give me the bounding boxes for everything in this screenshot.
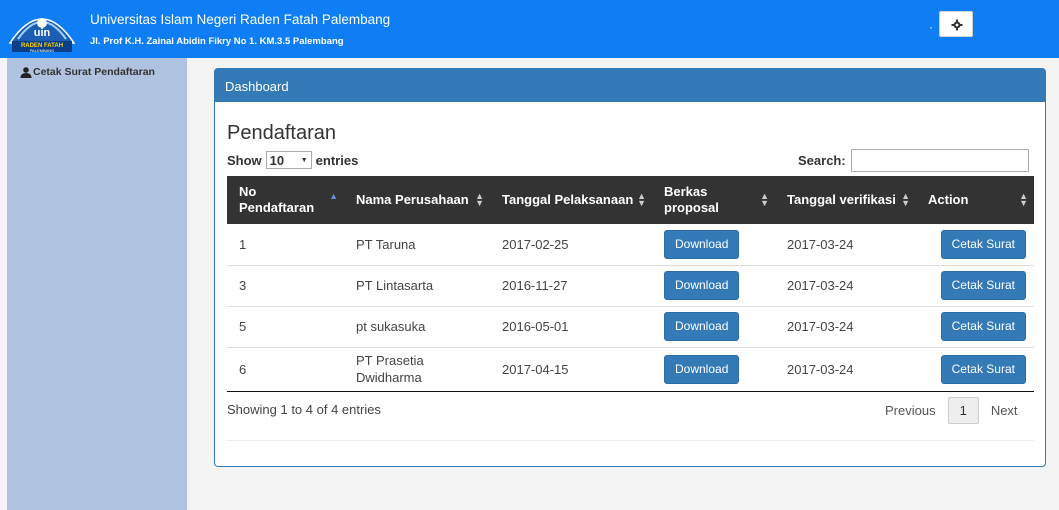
caret-down-icon: ▼	[300, 156, 308, 164]
cell-no: 5	[227, 306, 344, 348]
search-label: Search:	[798, 153, 846, 168]
cell-verifikasi: 2017-03-24	[775, 306, 916, 348]
cell-verifikasi: 2017-03-24	[775, 224, 916, 266]
divider	[227, 440, 1034, 441]
sidebar: Cetak Surat Pendaftaran	[7, 58, 187, 510]
page-button-1[interactable]: 1	[947, 397, 979, 424]
table-header-row: No Pendaftaran ▲ Nama Perusahaan ▲ ▼ Tangga…	[227, 176, 1034, 224]
cell-tanggal: 2017-04-15	[490, 347, 652, 392]
cell-verifikasi: 2017-03-24	[775, 265, 916, 307]
column-header-verifikasi[interactable]: Tanggal verifikasi ▲ ▼	[775, 176, 916, 224]
sort-asc-icon: ▲	[329, 191, 338, 201]
column-header-action[interactable]: Action ▲ ▼	[916, 176, 1034, 224]
logo-subtext2: PALEMBANG	[30, 48, 55, 53]
settings-button[interactable]	[939, 11, 973, 37]
column-header-berkas[interactable]: Berkas proposal ▲ ▼	[652, 176, 775, 224]
download-button[interactable]: Download	[664, 354, 740, 384]
table-row: 6 PT Prasetia Dwidharma 2017-04-15 Downl…	[227, 347, 1034, 392]
header-dot: ·	[929, 20, 933, 34]
download-button[interactable]: Download	[664, 312, 740, 341]
cell-nama: pt sukasuka	[344, 306, 490, 348]
column-header-tanggal[interactable]: Tanggal Pelaksanaan ▲ ▼	[490, 176, 652, 224]
cetak-surat-button[interactable]: Cetak Surat	[940, 271, 1026, 300]
logo-text: uin	[34, 27, 51, 39]
cell-no: 3	[227, 265, 344, 307]
sort-icon: ▲ ▼	[475, 191, 484, 208]
dashboard-panel: Dashboard Pendaftaran Show 10 ▼ entries …	[214, 68, 1046, 467]
pagination: Previous 1 Next	[873, 397, 1030, 424]
cetak-surat-button[interactable]: Cetak Surat	[940, 312, 1026, 341]
cell-tanggal: 2016-05-01	[490, 306, 652, 348]
sort-icon: ▲ ▼	[901, 191, 910, 208]
uin-logo: uin RADEN FATAH PALEMBANG	[6, 3, 78, 53]
search-control: Search:	[798, 149, 1029, 172]
panel-heading: Dashboard	[215, 69, 1045, 102]
entries-length-select[interactable]: 10 ▼	[265, 151, 312, 169]
next-button[interactable]: Next	[979, 397, 1030, 424]
cell-nama: PT Prasetia Dwidharma	[344, 347, 490, 392]
column-header-no[interactable]: No Pendaftaran ▲	[227, 176, 344, 224]
entries-label: entries	[315, 152, 359, 168]
sort-icon: ▲ ▼	[637, 191, 646, 208]
cell-tanggal: 2017-02-25	[490, 224, 652, 266]
table-row: 3 PT Lintasarta 2016-11-27 Download 2017…	[227, 265, 1034, 307]
cell-tanggal: 2016-11-27	[490, 265, 652, 307]
sidebar-item-cetak-surat[interactable]: Cetak Surat Pendaftaran	[20, 66, 155, 78]
cell-nama: PT Lintasarta	[344, 265, 490, 307]
cell-verifikasi: 2017-03-24	[775, 347, 916, 392]
show-label: Show	[227, 152, 262, 168]
cell-nama: PT Taruna	[344, 224, 490, 266]
download-button[interactable]: Download	[664, 271, 740, 300]
sort-icon: ▲ ▼	[760, 191, 769, 208]
column-header-nama[interactable]: Nama Perusahaan ▲ ▼	[344, 176, 490, 224]
registration-table: No Pendaftaran ▲ Nama Perusahaan ▲ ▼ Tangga…	[227, 176, 1034, 392]
download-button[interactable]: Download	[664, 229, 740, 259]
table-row: 5 pt sukasuka 2016-05-01 Download 2017-0…	[227, 306, 1034, 348]
sort-icon: ▲ ▼	[1019, 191, 1028, 208]
length-value: 10	[269, 152, 285, 168]
page-title: Pendaftaran	[227, 122, 336, 144]
cell-no: 1	[227, 224, 344, 266]
table-info: Showing 1 to 4 of 4 entries	[227, 402, 381, 417]
gear-icon	[951, 19, 963, 31]
cetak-surat-button[interactable]: Cetak Surat	[940, 229, 1026, 259]
top-bar: uin RADEN FATAH PALEMBANG Universitas Is…	[0, 0, 1059, 58]
length-control: Show 10 ▼ entries	[227, 151, 358, 169]
sidebar-item-label: Cetak Surat Pendaftaran	[33, 66, 155, 78]
cetak-surat-button[interactable]: Cetak Surat	[940, 354, 1026, 384]
cell-no: 6	[227, 347, 344, 392]
university-name: Universitas Islam Negeri Raden Fatah Pal…	[90, 12, 391, 27]
user-icon	[20, 66, 32, 78]
previous-button[interactable]: Previous	[873, 397, 948, 424]
university-address: Jl. Prof K.H. Zainal Abidin Fikry No 1. …	[90, 36, 344, 47]
table-row: 1 PT Taruna 2017-02-25 Download 2017-03-…	[227, 224, 1034, 266]
search-input[interactable]	[850, 149, 1029, 172]
